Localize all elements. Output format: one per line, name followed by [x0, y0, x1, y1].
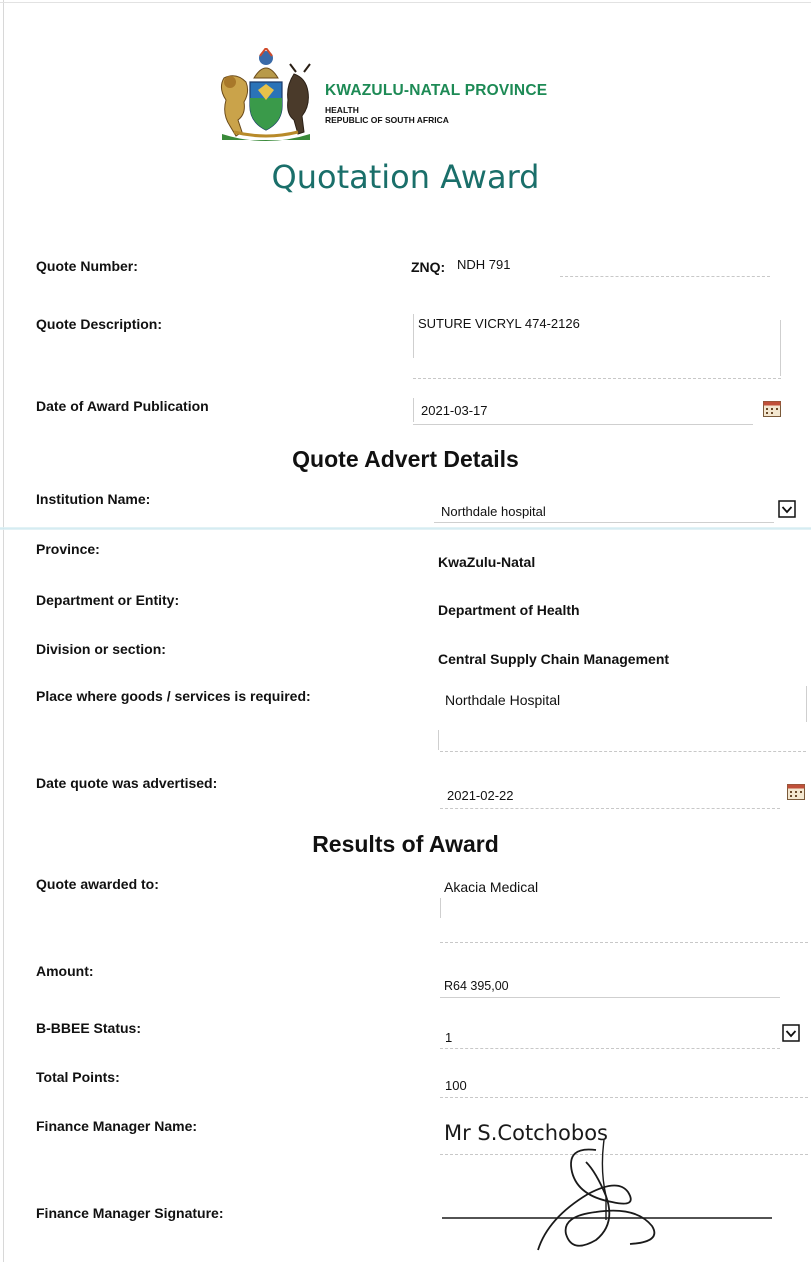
awarded-to-label: Quote awarded to:: [36, 876, 159, 892]
institution-name-select[interactable]: Northdale hospital: [441, 504, 546, 519]
quote-number-prefix: ZNQ:: [411, 259, 446, 275]
total-points-field[interactable]: 100: [445, 1078, 467, 1093]
quote-description-field[interactable]: SUTURE VICRYL 474-2126: [418, 316, 580, 331]
field-edge: [438, 730, 439, 750]
field-edge: [806, 686, 807, 722]
field-underline: [413, 424, 753, 425]
field-underline: [440, 1048, 780, 1049]
delivery-place-label: Place where goods / services is required…: [36, 688, 311, 704]
advertised-date-label: Date quote was advertised:: [36, 775, 218, 791]
award-publication-date-field[interactable]: 2021-03-17: [421, 403, 488, 418]
chevron-down-icon[interactable]: [782, 1024, 800, 1042]
field-underline: [440, 808, 780, 809]
field-edge: [413, 398, 414, 422]
field-underline: [440, 751, 806, 752]
finance-manager-signature-label: Finance Manager Signature:: [36, 1205, 224, 1221]
amount-field[interactable]: R64 395,00: [444, 979, 509, 993]
field-underline: [434, 522, 774, 523]
coat-of-arms-logo: [220, 48, 311, 141]
province-label: Province:: [36, 541, 100, 557]
division-label: Division or section:: [36, 641, 166, 657]
field-underline: [560, 276, 770, 277]
department-value: Department of Health: [438, 602, 580, 618]
section-heading-advert: Quote Advert Details: [292, 446, 519, 472]
delivery-place-field[interactable]: Northdale Hospital: [445, 692, 560, 708]
awarded-to-field[interactable]: Akacia Medical: [444, 879, 538, 895]
province-value: KwaZulu-Natal: [438, 554, 536, 570]
chevron-down-icon[interactable]: [778, 500, 796, 518]
bbbee-status-label: B-BBEE Status:: [36, 1020, 142, 1036]
field-edge: [780, 320, 781, 376]
quote-description-label: Quote Description:: [36, 316, 163, 332]
award-publication-date-label: Date of Award Publication: [36, 398, 209, 414]
handwritten-signature: [442, 1140, 772, 1251]
bbbee-status-select[interactable]: 1: [445, 1030, 452, 1045]
advertised-date-field[interactable]: 2021-02-22: [447, 788, 514, 803]
field-underline: [440, 1097, 808, 1098]
document-title: Quotation Award: [271, 158, 540, 196]
total-points-label: Total Points:: [36, 1069, 120, 1085]
quote-number-field[interactable]: NDH 791: [457, 257, 510, 272]
province-name: KWAZULU-NATAL PROVINCE: [325, 82, 548, 99]
department-line: HEALTH: [325, 105, 359, 115]
field-underline: [440, 942, 808, 943]
institution-name-label: Institution Name:: [36, 491, 151, 507]
field-edge: [413, 314, 414, 358]
finance-manager-name-label: Finance Manager Name:: [36, 1118, 198, 1134]
department-label: Department or Entity:: [36, 592, 180, 608]
scan-artifact-line: [0, 527, 811, 530]
country-line: REPUBLIC OF SOUTH AFRICA: [325, 115, 449, 125]
division-value: Central Supply Chain Management: [438, 651, 670, 667]
amount-label: Amount:: [36, 963, 94, 979]
field-underline: [440, 997, 780, 998]
quote-number-label: Quote Number:: [36, 258, 138, 274]
calendar-icon[interactable]: [787, 784, 805, 800]
calendar-icon[interactable]: [763, 401, 781, 417]
section-heading-results: Results of Award: [312, 831, 499, 857]
page-border: [0, 2, 811, 3]
field-edge: [440, 898, 441, 918]
letterhead: KWAZULU-NATAL PROVINCE HEALTH REPUBLIC O…: [214, 48, 634, 144]
field-underline: [413, 378, 781, 379]
